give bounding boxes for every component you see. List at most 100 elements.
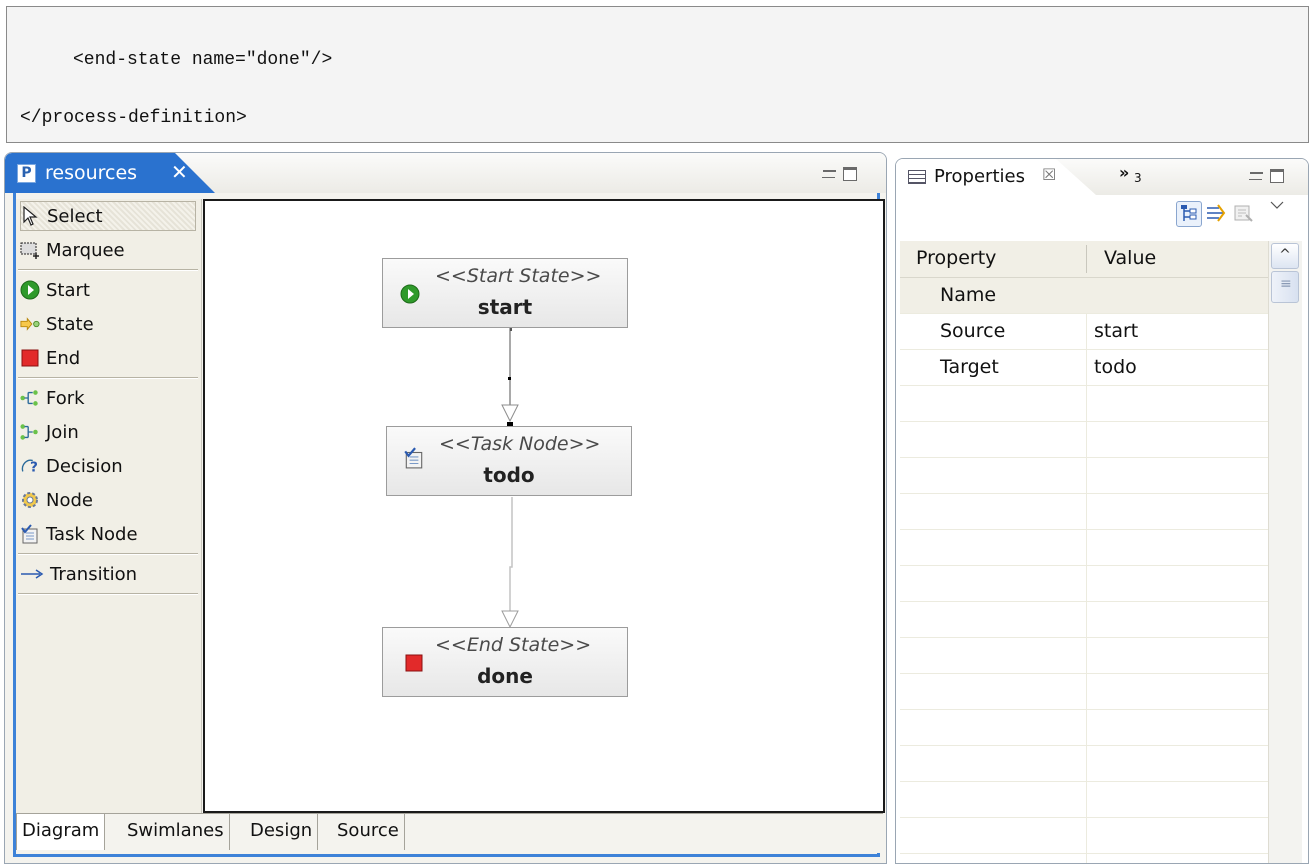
state-icon xyxy=(20,314,40,334)
palette-item-label: Node xyxy=(46,489,93,511)
table-row-empty xyxy=(900,494,1268,530)
view-menu-chevron-down-icon xyxy=(1270,201,1284,209)
node-name: done xyxy=(477,664,533,688)
palette-item-label: Decision xyxy=(46,455,123,477)
editor-view-controls xyxy=(822,165,863,185)
tab-source[interactable]: Source xyxy=(332,814,405,850)
table-row-source[interactable]: Source start xyxy=(900,314,1268,350)
tab-properties-label: Properties xyxy=(934,166,1025,187)
overflow-chevron-icon[interactable]: » xyxy=(1119,163,1129,182)
table-row-empty xyxy=(900,422,1268,458)
node-stereotype: <<Task Node>> xyxy=(439,433,601,455)
tab-design[interactable]: Design xyxy=(245,814,319,850)
maximize-icon[interactable] xyxy=(843,167,857,181)
node-stereotype: <<End State>> xyxy=(435,634,592,656)
property-value[interactable]: todo xyxy=(1094,356,1137,378)
view-menu-button[interactable] xyxy=(1268,197,1288,217)
palette-item-select[interactable]: Select xyxy=(20,201,196,231)
node-name: start xyxy=(477,295,533,319)
column-divider[interactable] xyxy=(1086,245,1087,273)
tab-resources-label: resources xyxy=(45,162,138,184)
tree-categories-icon xyxy=(1181,205,1197,221)
close-icon[interactable]: ✕ xyxy=(171,160,188,184)
palette-item-label: Task Node xyxy=(46,523,138,545)
properties-tabbar: Properties ☒ » 3 xyxy=(896,159,1308,195)
palette-item-label: Fork xyxy=(46,387,85,409)
node-task-node[interactable]: <<Task Node>> todo xyxy=(386,426,632,496)
restore-default-icon xyxy=(1234,205,1253,222)
table-row-empty xyxy=(900,386,1268,422)
palette-item-fork[interactable]: Fork xyxy=(20,383,196,413)
palette-item-join[interactable]: Join xyxy=(20,417,196,447)
scroll-up-button[interactable]: ^ xyxy=(1271,243,1299,269)
properties-table-header: Property Value xyxy=(900,241,1268,278)
properties-scrollbar[interactable]: ^ xyxy=(1268,241,1302,863)
property-key: Source xyxy=(940,320,1006,342)
palette-item-label: Select xyxy=(47,205,103,227)
palette: Select Marquee Start State End Fork Join… xyxy=(16,199,202,813)
editor-page-tabs: Diagram Swimlanes Design Source xyxy=(16,813,883,853)
palette-item-label: Join xyxy=(46,421,79,443)
property-value[interactable]: start xyxy=(1094,320,1138,342)
table-row-empty xyxy=(900,602,1268,638)
palette-item-marquee[interactable]: Marquee xyxy=(20,235,196,265)
tab-diagram[interactable]: Diagram xyxy=(16,814,106,850)
editor-panel: P resources ✕ Select Marquee Start State… xyxy=(4,152,887,864)
arrowhead xyxy=(501,610,519,629)
node-start-state[interactable]: <<Start State>> start xyxy=(382,258,628,328)
properties-panel: Properties ☒ » 3 Property Value Name Sou… xyxy=(895,158,1309,864)
transition-todo-done[interactable] xyxy=(509,497,513,611)
palette-item-label: Start xyxy=(46,279,90,301)
node-end-state[interactable]: <<End State>> done xyxy=(382,627,628,697)
select-arrow-icon xyxy=(21,206,41,226)
code-snippet: <end-state name="done"/> </process-defin… xyxy=(6,6,1309,143)
tab-swimlanes[interactable]: Swimlanes xyxy=(122,814,230,850)
maximize-icon[interactable] xyxy=(1270,169,1284,183)
column-header-value[interactable]: Value xyxy=(1104,247,1156,269)
palette-item-state[interactable]: State xyxy=(20,309,196,339)
diagram-canvas[interactable]: <<Start State>> start <<Task Node>> todo… xyxy=(203,199,885,813)
palette-item-task-node[interactable]: Task Node xyxy=(20,519,196,549)
restore-default-button[interactable] xyxy=(1232,201,1258,227)
table-row-name[interactable]: Name xyxy=(900,278,1268,314)
node-name: todo xyxy=(483,463,535,487)
minimize-icon[interactable] xyxy=(1249,172,1263,180)
palette-item-transition[interactable]: Transition xyxy=(20,559,196,589)
decision-icon: ? xyxy=(20,456,40,476)
marquee-icon xyxy=(20,240,40,260)
editor-tabbar: P resources ✕ xyxy=(5,153,886,193)
tab-resources[interactable]: P resources ✕ xyxy=(5,153,215,193)
palette-item-start[interactable]: Start xyxy=(20,275,196,305)
palette-item-label: State xyxy=(46,313,94,335)
tab-properties[interactable]: Properties ☒ xyxy=(896,159,1096,195)
process-file-icon: P xyxy=(17,164,36,183)
code-line-process-close: </process-definition> xyxy=(20,108,247,128)
palette-separator xyxy=(18,377,198,379)
palette-separator xyxy=(18,593,198,595)
palette-item-end[interactable]: End xyxy=(20,343,196,373)
filter-advanced-icon xyxy=(1207,204,1226,222)
code-line-end-state: <end-state name="done"/> xyxy=(73,50,333,70)
palette-item-label: Transition xyxy=(50,563,138,585)
minimize-icon[interactable] xyxy=(822,170,836,178)
column-header-property[interactable]: Property xyxy=(916,247,996,269)
table-row-empty xyxy=(900,782,1268,818)
svg-text:?: ? xyxy=(30,459,38,475)
close-icon[interactable]: ☒ xyxy=(1042,165,1056,184)
table-row-empty xyxy=(900,710,1268,746)
table-row-target[interactable]: Target todo xyxy=(900,350,1268,386)
palette-item-decision[interactable]: ? Decision xyxy=(20,451,196,481)
show-advanced-button[interactable] xyxy=(1204,201,1230,227)
join-icon xyxy=(20,422,40,442)
show-categories-button[interactable] xyxy=(1176,201,1202,227)
scroll-thumb[interactable] xyxy=(1271,271,1299,303)
transition-arrow-icon xyxy=(20,564,44,584)
palette-item-node[interactable]: Node xyxy=(20,485,196,515)
selection-handle[interactable] xyxy=(508,377,511,380)
table-row-empty xyxy=(900,818,1268,854)
arrowhead xyxy=(501,404,519,423)
palette-separator xyxy=(18,553,198,555)
end-state-icon xyxy=(20,348,40,368)
table-row-empty xyxy=(900,458,1268,494)
table-row-empty xyxy=(900,674,1268,710)
